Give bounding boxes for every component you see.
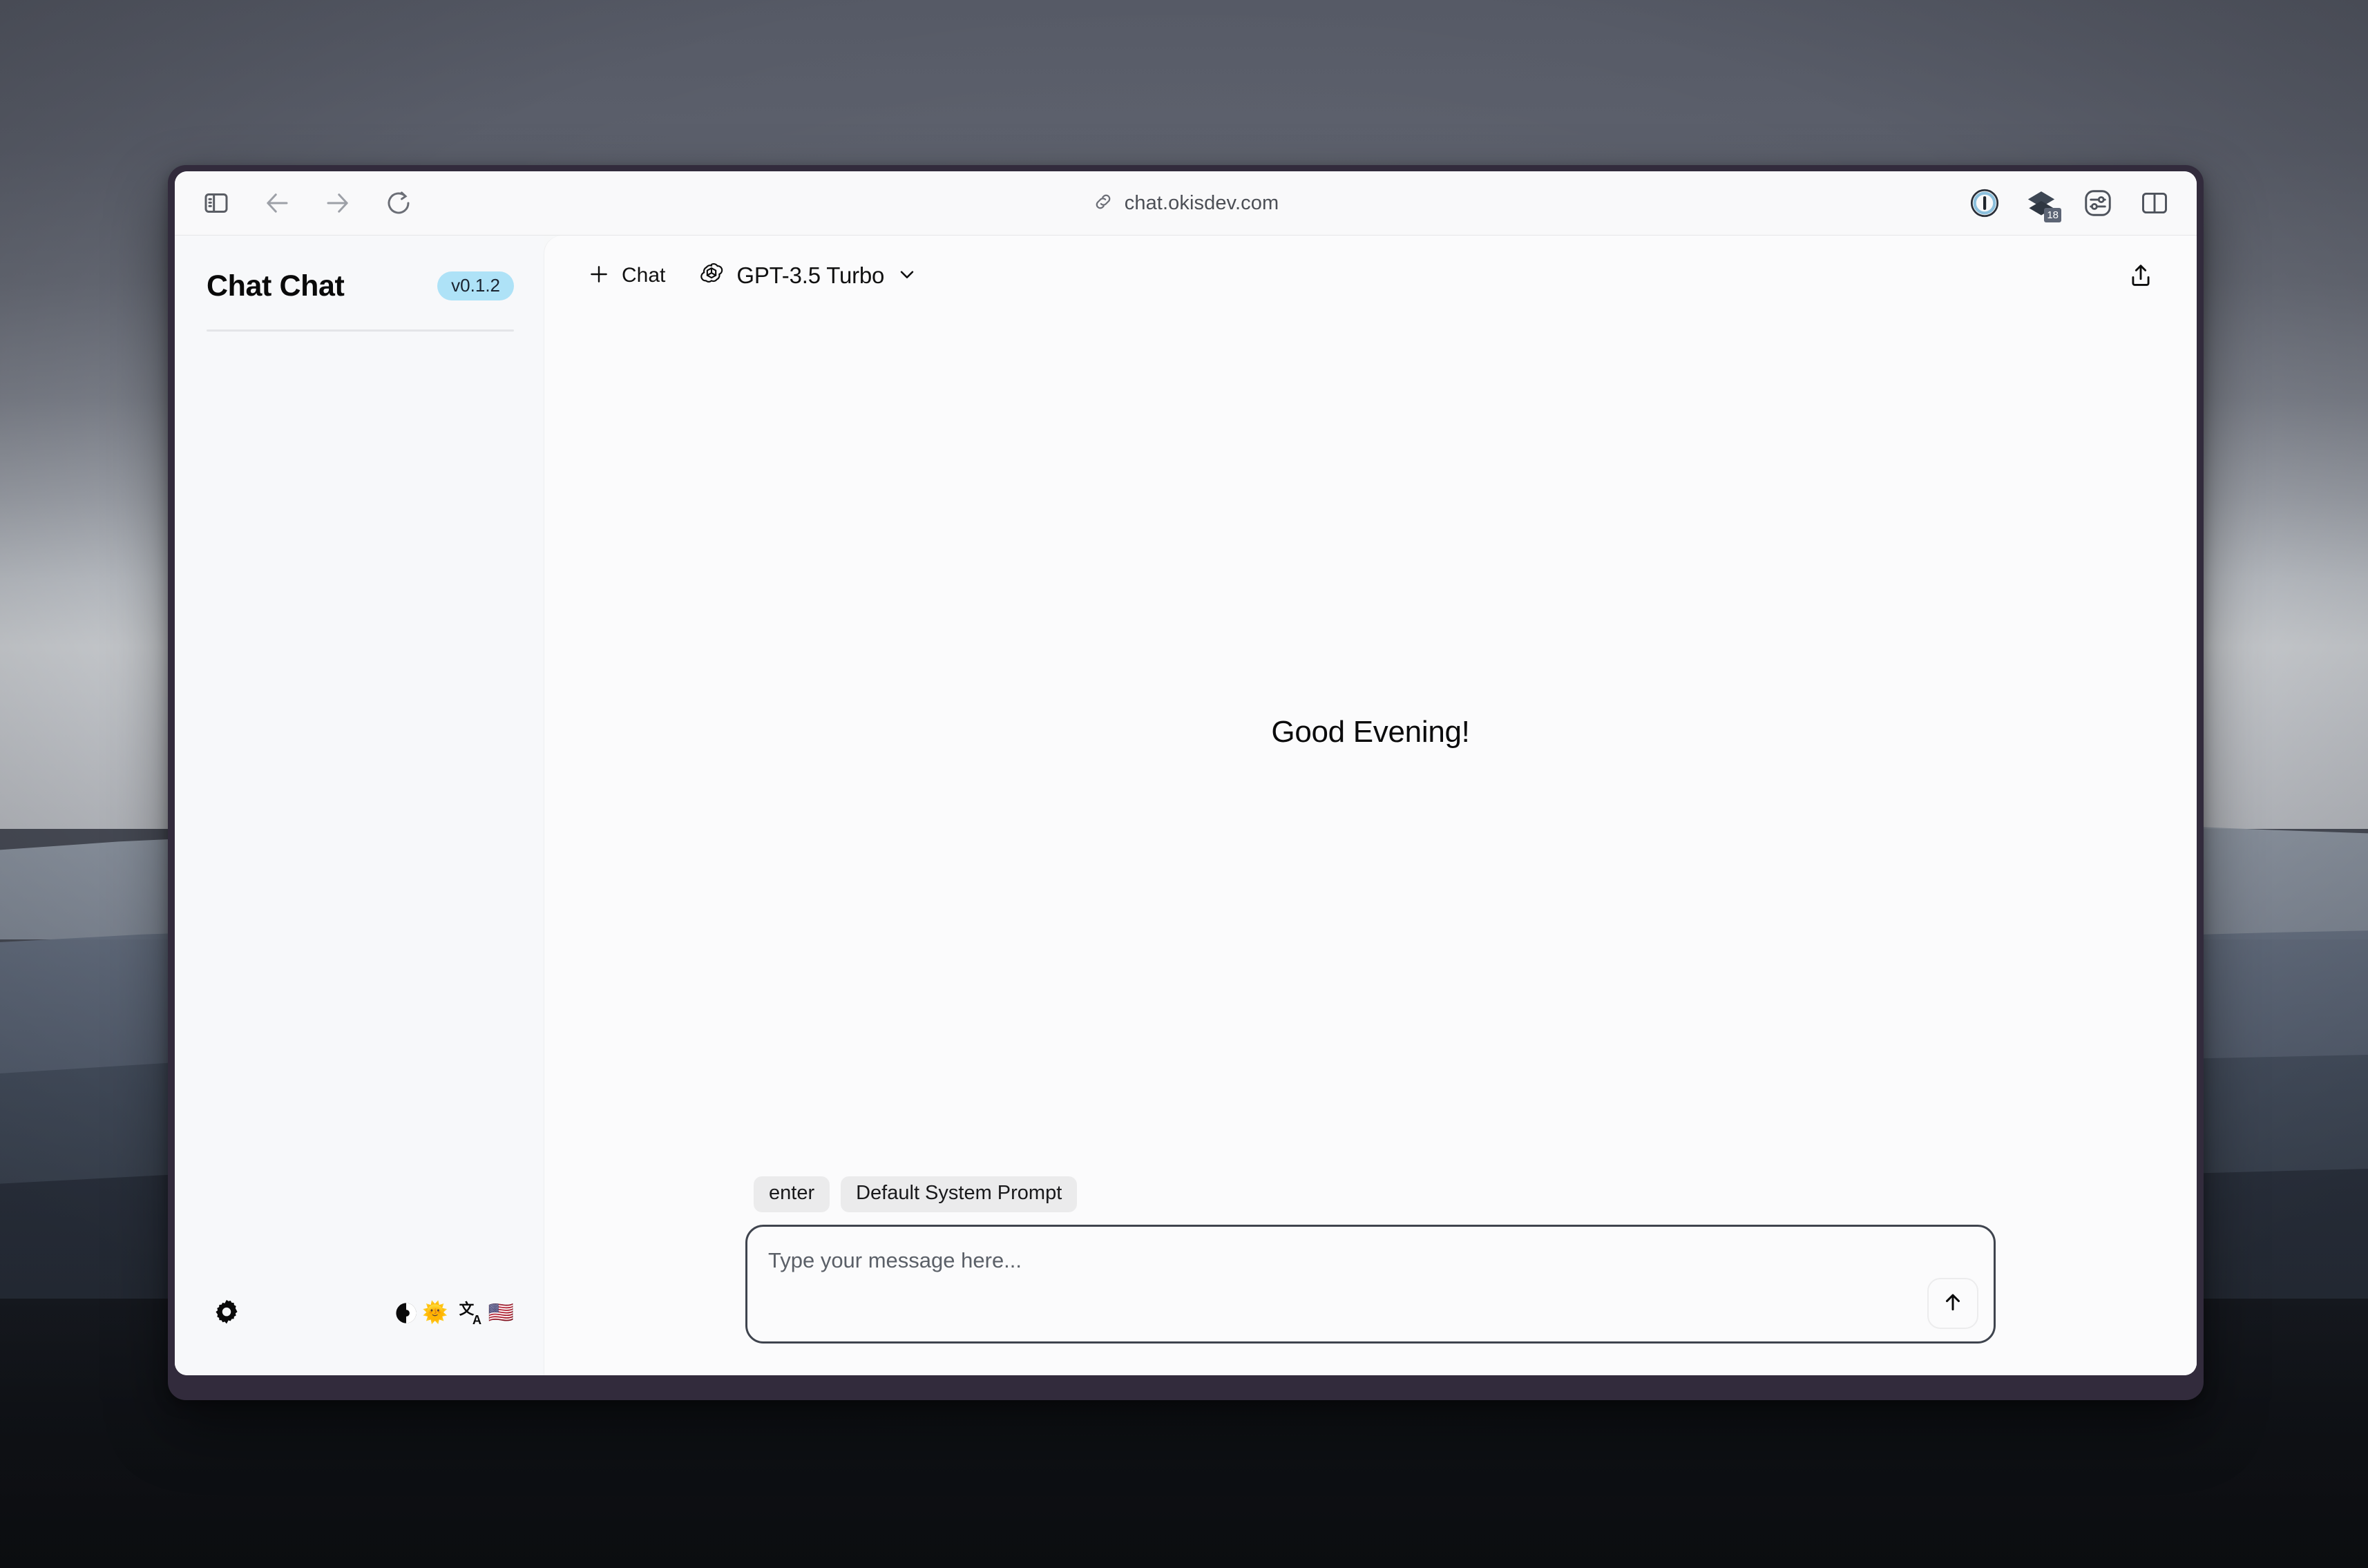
flag-emoji: 🇺🇸 xyxy=(488,1301,514,1324)
message-input[interactable] xyxy=(747,1227,1994,1341)
app-page: Chat Chat v0.1.2 🌞 文 A 🇺🇸 Chat GPT-3.5 T… xyxy=(175,236,2197,1375)
arrow-up-icon xyxy=(1941,1290,1965,1317)
layers-icon[interactable]: 18 xyxy=(2023,184,2061,222)
model-name: GPT-3.5 Turbo xyxy=(736,262,885,288)
chevron-down-icon xyxy=(896,263,918,289)
language-toggle-button[interactable]: 文 A 🇺🇸 xyxy=(458,1299,514,1327)
sidebar-toggle-icon[interactable] xyxy=(198,185,234,221)
sidebar-footer: 🌞 文 A 🇺🇸 xyxy=(175,1272,544,1375)
greeting-text: Good Evening! xyxy=(1271,715,1470,749)
reload-icon[interactable] xyxy=(381,185,417,221)
sliders-icon[interactable] xyxy=(2079,184,2117,222)
link-icon xyxy=(1093,191,1114,216)
model-selector[interactable]: GPT-3.5 Turbo xyxy=(687,254,929,298)
chat-header: Chat GPT-3.5 Turbo xyxy=(544,236,2197,316)
new-chat-label: Chat xyxy=(622,264,666,287)
theme-toggle-button[interactable]: 🌞 xyxy=(393,1300,448,1326)
layers-badge: 18 xyxy=(2044,208,2061,222)
url-text[interactable]: chat.okisdev.com xyxy=(1125,192,1279,215)
browser-viewport: chat.okisdev.com 18 Chat Chat v0.1.2 🌞 文… xyxy=(175,171,2197,1375)
plus-icon xyxy=(587,262,611,289)
arrow-left-icon[interactable] xyxy=(259,185,295,221)
chat-messages-area: Good Evening! xyxy=(544,316,2197,1176)
share-icon[interactable] xyxy=(2121,256,2161,296)
navigation-buttons xyxy=(198,185,417,221)
new-chat-button[interactable]: Chat xyxy=(577,256,675,296)
address-bar[interactable]: chat.okisdev.com xyxy=(175,191,2197,216)
version-badge: v0.1.2 xyxy=(437,271,514,300)
app-sidebar: Chat Chat v0.1.2 🌞 文 A 🇺🇸 xyxy=(175,236,544,1375)
conversation-list xyxy=(175,332,544,1272)
sidebar-header: Chat Chat v0.1.2 xyxy=(175,260,544,312)
composer-chips: enter Default System Prompt xyxy=(745,1176,1996,1212)
arrow-right-icon[interactable] xyxy=(320,185,356,221)
desktop-background: chat.okisdev.com 18 Chat Chat v0.1.2 🌞 文… xyxy=(0,0,2368,1568)
browser-toolbar: chat.okisdev.com 18 xyxy=(175,171,2197,236)
send-key-chip[interactable]: enter xyxy=(754,1176,830,1212)
extension-buttons: 18 xyxy=(1966,184,2173,222)
svg-text:A: A xyxy=(472,1312,481,1327)
message-input-wrapper xyxy=(745,1225,1996,1344)
app-title: Chat Chat xyxy=(207,269,345,303)
sun-emoji: 🌞 xyxy=(422,1301,448,1324)
sidebar-footer-actions: 🌞 文 A 🇺🇸 xyxy=(393,1299,514,1327)
onepassword-icon[interactable] xyxy=(1966,184,2003,222)
split-panel-icon[interactable] xyxy=(2136,184,2173,222)
system-prompt-chip[interactable]: Default System Prompt xyxy=(841,1176,1078,1212)
message-composer: enter Default System Prompt xyxy=(544,1176,2197,1375)
chat-panel: Chat GPT-3.5 Turbo Good Evening! enter D… xyxy=(544,236,2197,1375)
send-button[interactable] xyxy=(1927,1278,1978,1329)
browser-window: chat.okisdev.com 18 Chat Chat v0.1.2 🌞 文… xyxy=(168,165,2204,1400)
gear-icon[interactable] xyxy=(207,1293,247,1333)
openai-logo-icon xyxy=(698,261,725,291)
